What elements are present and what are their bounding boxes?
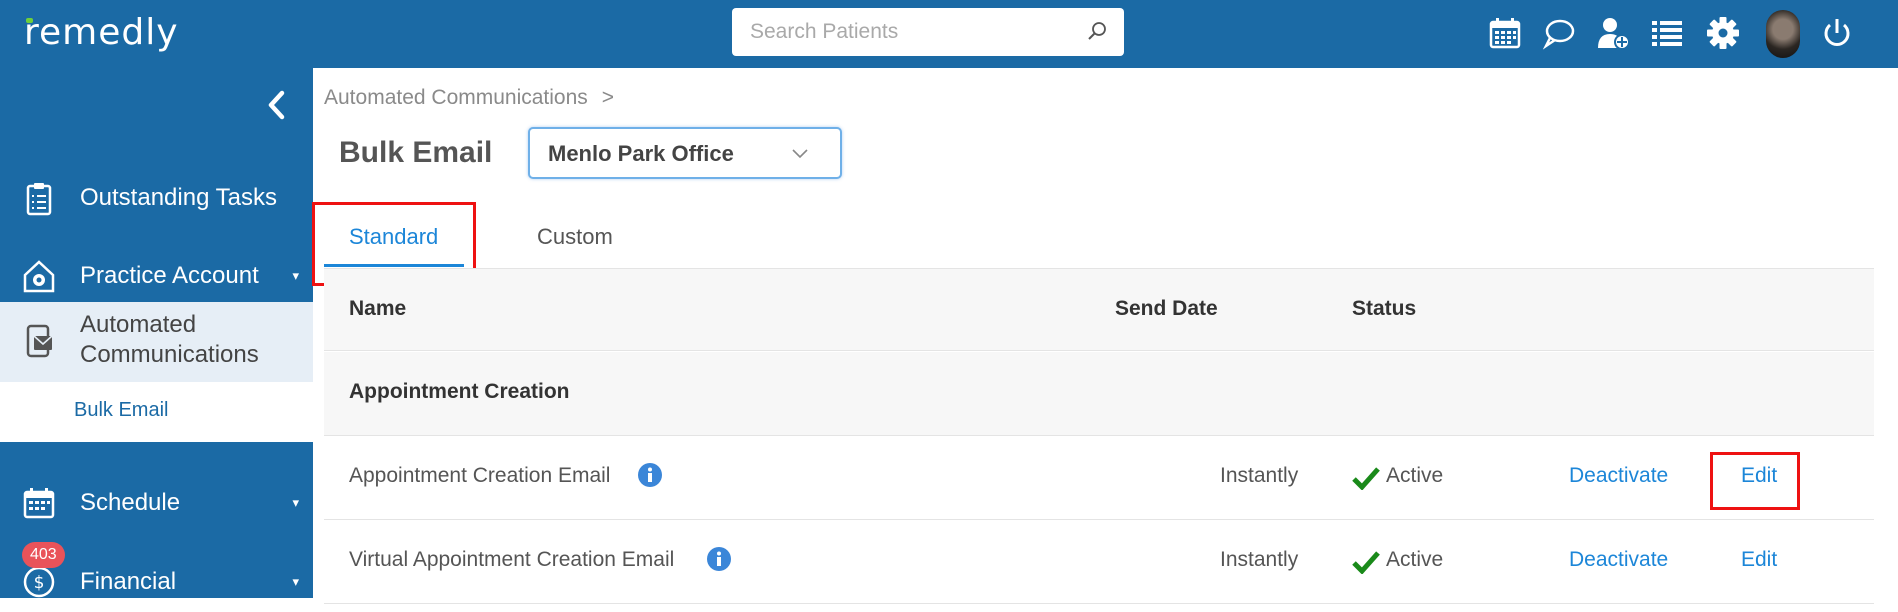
calendar-icon [23,488,55,519]
sidebar-item-label: Financial [80,568,177,595]
breadcrumb-link[interactable]: Automated Communications [324,86,588,109]
office-select[interactable]: Menlo Park Office [528,127,842,179]
breadcrumb: Automated Communications > [324,86,614,110]
top-bar: remedly [0,0,1898,68]
sidebar-item-automated-communications[interactable]: Automated Communications [0,302,313,382]
table-row: Virtual Appointment Creation Email Insta… [324,520,1874,604]
logo-accent [26,18,33,23]
remedly-logo[interactable]: remedly [24,12,179,53]
row-status: Active [1386,464,1444,487]
check-icon [1352,551,1380,574]
edit-link[interactable]: Edit [1741,548,1777,572]
office-select-value: Menlo Park Office [548,141,734,166]
search-input[interactable] [732,8,1062,56]
row-send-date: Instantly [1220,464,1299,487]
chevron-left-icon[interactable] [264,90,290,120]
highlight-box-edit [1710,452,1800,510]
sidebar-item-label: Schedule [80,489,181,516]
clipboard-icon [26,183,52,216]
column-header-name: Name [349,297,407,320]
row-name: Virtual Appointment Creation Email [349,548,675,571]
sidebar-item-label: Automated Communications [80,311,259,368]
breadcrumb-separator: > [601,86,615,109]
dollar-icon: $ [23,566,55,598]
main-content: Automated Communications > Bulk Email Men… [312,68,1874,604]
sidebar-item-label: Bulk Email [74,399,169,421]
caret-down-icon: ▾ [292,495,299,510]
deactivate-link[interactable]: Deactivate [1569,464,1668,488]
calendar-icon[interactable] [1488,16,1522,50]
chat-icon[interactable] [1542,16,1576,50]
search-icon[interactable] [1086,20,1108,42]
caret-down-icon: ▾ [292,268,299,283]
info-icon[interactable] [637,462,663,488]
column-header-status: Status [1352,297,1417,320]
tab-custom[interactable]: Custom [537,224,613,250]
add-user-icon[interactable] [1596,16,1630,50]
notification-badge: 403 [22,542,65,568]
devices-icon [26,324,53,358]
check-icon [1352,467,1380,490]
column-header-send-date: Send Date [1115,297,1218,320]
info-icon[interactable] [706,546,732,572]
row-send-date: Instantly [1220,548,1299,571]
table-header: Name Send Date Status [324,268,1874,351]
avatar[interactable] [1766,10,1800,58]
sidebar-item-bulk-email[interactable]: Bulk Email [0,382,313,442]
search-box [732,8,1124,56]
chevron-down-icon [792,149,808,159]
sidebar-item-schedule[interactable]: Schedule ▾ [0,473,313,533]
sidebar: Outstanding Tasks Practice Account ▾ Aut… [0,68,313,598]
sidebar-item-label: Practice Account [80,262,259,289]
list-icon[interactable] [1650,16,1684,50]
row-name: Appointment Creation Email [349,464,611,487]
svg-text:$: $ [34,573,45,593]
page-title: Bulk Email [339,136,493,169]
logo-text: remedly [24,12,179,53]
sidebar-item-outstanding-tasks[interactable]: Outstanding Tasks [0,168,313,228]
row-status: Active [1386,548,1444,571]
sidebar-item-practice-account[interactable]: Practice Account ▾ [0,246,313,306]
table-row: Appointment Creation Email Instantly Act… [324,436,1874,520]
caret-down-icon: ▾ [292,574,299,589]
gear-icon[interactable] [1706,16,1740,50]
sidebar-item-label: Outstanding Tasks [80,184,278,211]
group-row: Appointment Creation [324,352,1874,436]
tab-label: Custom [537,224,613,249]
gear-house-icon [23,260,55,293]
deactivate-link[interactable]: Deactivate [1569,548,1668,572]
power-icon[interactable] [1820,16,1854,50]
group-label: Appointment Creation [349,380,570,403]
